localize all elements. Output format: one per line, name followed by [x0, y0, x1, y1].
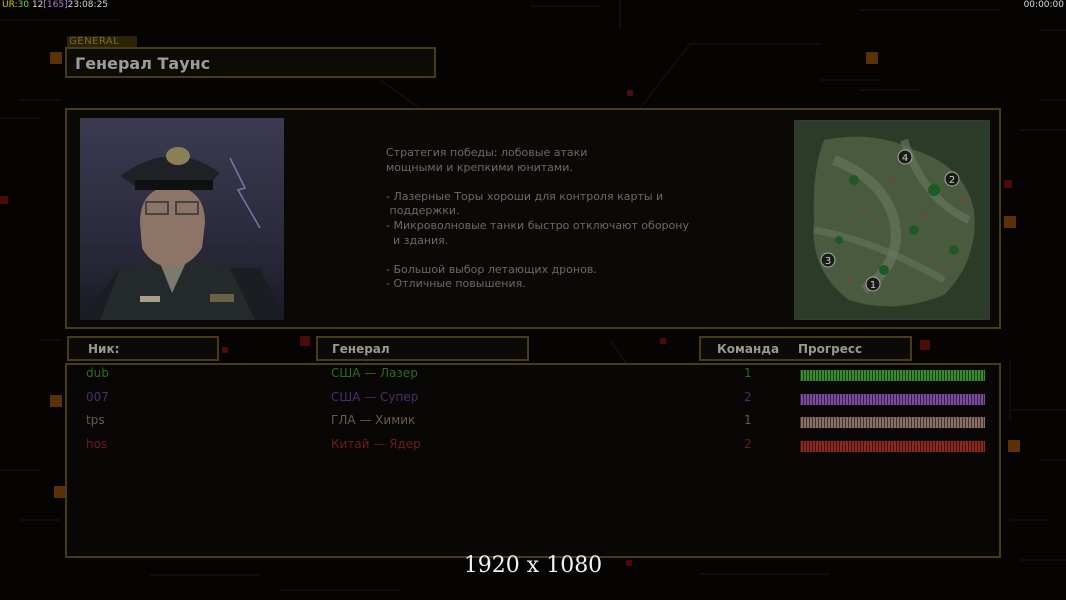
- progress-bar: [800, 441, 985, 452]
- hud-value-2: 12: [31, 0, 44, 10]
- nick-header-label: Ник:: [88, 342, 120, 356]
- spawn-label: 2: [949, 175, 955, 186]
- progress-bar: [800, 417, 985, 428]
- general-header-label: Генерал: [332, 342, 390, 356]
- spawn-point-2[interactable]: 2: [944, 171, 960, 187]
- spawn-label: 1: [870, 280, 876, 291]
- spawn-point-4[interactable]: 4: [897, 149, 913, 165]
- player-nick: hos: [86, 437, 108, 451]
- description-line: мощными и крепкими юнитами.: [386, 160, 573, 174]
- player-row[interactable]: dub США — Лазер 1: [0, 366, 1066, 384]
- player-nick: dub: [86, 366, 109, 380]
- player-row[interactable]: 007 США — Супер 2: [0, 390, 1066, 408]
- player-row[interactable]: tps ГЛА — Химик 1: [0, 413, 1066, 431]
- hud-value-3: [165]: [43, 0, 68, 10]
- resolution-label: 1920 x 1080: [463, 553, 603, 578]
- spawn-point-1[interactable]: 1: [865, 276, 881, 292]
- description-line: [386, 175, 689, 190]
- hud-clock: 23:08:25: [67, 0, 109, 10]
- player-team: 1: [744, 366, 752, 380]
- spawn-point-3[interactable]: 3: [820, 252, 836, 268]
- description-line: - Отличные повышения.: [386, 277, 526, 291]
- description-line: [386, 248, 689, 263]
- player-row[interactable]: hos Китай — Ядер 2: [0, 437, 1066, 455]
- player-nick: 007: [86, 390, 109, 404]
- description-line: - Большой выбор летающих дронов.: [386, 262, 597, 276]
- player-general: Китай — Ядер: [331, 437, 421, 451]
- team-header-label: Команда: [717, 342, 780, 356]
- player-team: 2: [744, 437, 752, 451]
- progress-bar: [800, 394, 985, 405]
- player-general: США — Супер: [331, 390, 419, 404]
- hud-ur-label: UR:: [2, 0, 18, 10]
- spawn-label: 3: [825, 256, 831, 267]
- team-progress-header: Команда Прогресс: [699, 336, 912, 361]
- player-nick: tps: [86, 413, 105, 427]
- nick-header: Ник:: [67, 336, 219, 361]
- general-name: Генерал Таунс: [75, 54, 211, 73]
- hud-value-1: 30: [17, 0, 30, 10]
- player-team: 1: [744, 413, 752, 427]
- description-line: поддержки.: [386, 204, 460, 218]
- general-title-box: Генерал Таунс: [65, 47, 436, 78]
- general-header: Генерал: [316, 336, 529, 361]
- description-line: - Микроволновые танки быстро отключают о…: [386, 218, 689, 232]
- player-general: ГЛА — Химик: [331, 413, 416, 427]
- player-general: США — Лазер: [331, 366, 418, 380]
- player-team: 2: [744, 390, 752, 404]
- spawn-label: 4: [902, 153, 908, 164]
- hud-stats: UR:30 12[165]23:08:25: [2, 0, 108, 10]
- hud-timer: 00:00:00: [1023, 0, 1064, 10]
- general-portrait: [80, 118, 284, 320]
- general-description: Стратегия победы: лобовые атаки мощными …: [386, 146, 689, 292]
- description-line: Стратегия победы: лобовые атаки: [386, 146, 588, 159]
- progress-header-label: Прогресс: [798, 342, 863, 356]
- description-line: - Лазерные Торы хороши для контроля карт…: [386, 189, 664, 203]
- map-preview[interactable]: 4 2 3 1: [794, 120, 990, 320]
- progress-bar: [800, 370, 985, 381]
- description-line: и здания.: [386, 233, 449, 247]
